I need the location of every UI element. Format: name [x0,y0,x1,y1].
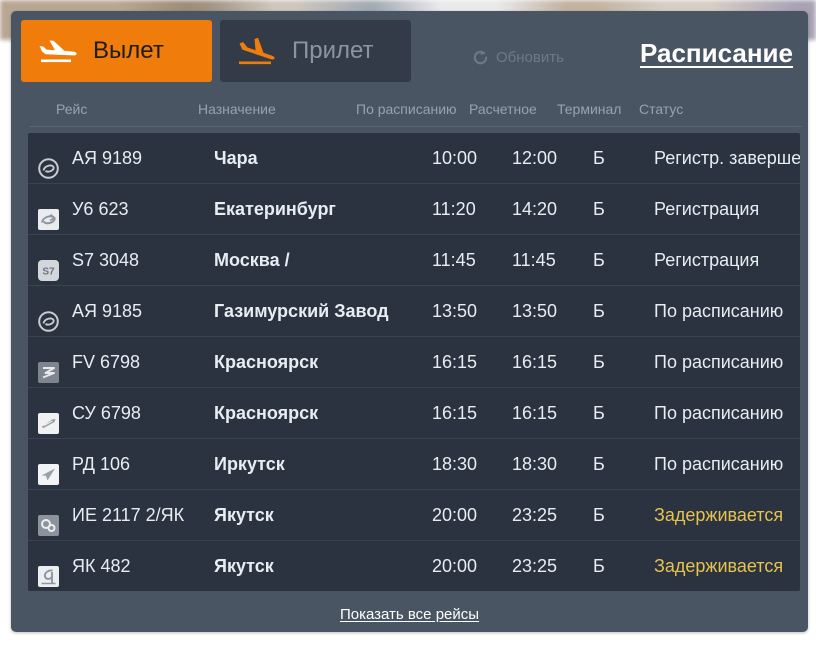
table-row[interactable]: СУ 6798 Красноярск 16:15 16:15 Б По расписани… [28,388,800,439]
refresh-button[interactable]: Обновить [472,49,564,66]
terminal: Б [593,505,605,525]
table-row[interactable]: У6 623 Екатеринбург 11:20 14:20 Б Регистрация [28,184,800,235]
schedule-link[interactable]: Расписание [640,38,793,69]
estimated-time: 23:25 [512,505,558,525]
terminal: Б [593,556,605,576]
terminal: Б [593,454,605,474]
flight-number: S7 3048 [72,250,140,270]
refresh-label: Обновить [496,49,564,66]
column-header-destination: Назначение [198,101,276,117]
estimated-time: 13:50 [512,301,558,321]
airline-logo-s7: S7 [38,235,64,285]
status-badge: По расписанию [654,403,784,423]
terminal: Б [593,148,605,168]
status-badge: Задерживается [654,556,784,576]
scheduled-time: 18:30 [432,454,478,474]
airline-logo-aya [38,286,64,336]
flight-number: У6 623 [72,199,129,219]
table-row[interactable]: FV 6798 Красноярск 16:15 16:15 Б По расписани… [28,337,800,388]
flight-board-screen: Вылет Прилет Обновить Расписание Рейс На… [0,0,816,645]
terminal: Б [593,199,605,219]
estimated-time: 14:20 [512,199,558,219]
svg-text:S7: S7 [42,267,55,278]
airline-logo-u6 [38,184,64,234]
airline-logo-yak [38,541,64,591]
tab-departures[interactable]: Вылет [21,20,212,82]
table-row[interactable]: ЯК 482 Якутск 20:00 23:25 Б Задерживается [28,541,800,591]
column-header-scheduled: По расписанию [356,101,457,117]
flights-table: АЯ 9189 Чара 10:00 12:00 Б Регистр. завершен У… [28,133,800,591]
table-footer: Показать все рейсы [11,596,808,632]
estimated-time: 16:15 [512,403,558,423]
airline-logo-aya [38,133,64,183]
airline-logo-fv [38,337,64,387]
scheduled-time: 10:00 [432,148,478,168]
table-row[interactable]: ИЕ 2117 2/ЯК Якутск 20:00 23:25 Б Задерживает… [28,490,800,541]
terminal: Б [593,403,605,423]
column-header-estimated: Расчетное [469,101,537,117]
estimated-time: 12:00 [512,148,558,168]
flight-number: СУ 6798 [72,403,141,423]
column-header-flight: Рейс [56,101,88,117]
tab-departures-label: Вылет [93,37,164,64]
airline-logo-rd [38,439,64,489]
destination: Газимурский Завод [214,301,389,321]
status-badge: По расписанию [654,454,784,474]
scheduled-time: 20:00 [432,505,478,525]
table-column-headers: Рейс Назначение По расписанию Расчетное … [29,92,802,127]
flight-number: FV 6798 [72,352,141,372]
terminal: Б [593,250,605,270]
airline-logo-ie [38,490,64,540]
status-badge: Регистрация [654,250,760,270]
plane-arrival-icon [234,34,280,68]
scheduled-time: 16:15 [432,403,478,423]
column-header-terminal: Терминал [557,101,622,117]
estimated-time: 16:15 [512,352,558,372]
scheduled-time: 13:50 [432,301,478,321]
airline-logo-su [38,388,64,438]
table-row[interactable]: РД 106 Иркутск 18:30 18:30 Б По расписанию [28,439,800,490]
destination: Москва / [214,250,290,270]
column-header-status: Статус [639,101,684,117]
destination: Чара [214,148,258,168]
scheduled-time: 16:15 [432,352,478,372]
estimated-time: 18:30 [512,454,558,474]
destination: Екатеринбург [214,199,336,219]
terminal: Б [593,301,605,321]
destination: Якутск [214,505,274,525]
flight-number: ИЕ 2117 2/ЯК [72,505,185,525]
table-row[interactable]: АЯ 9189 Чара 10:00 12:00 Б Регистр. завершен [28,133,800,184]
status-badge: Регистрация [654,199,760,219]
status-badge: По расписанию [654,352,784,372]
flight-number: АЯ 9189 [72,148,143,168]
estimated-time: 23:25 [512,556,558,576]
status-badge: Регистр. завершен [654,148,800,168]
destination: Красноярск [214,352,319,372]
tab-arrivals-label: Прилет [292,37,374,64]
status-badge: Задерживается [654,505,784,525]
flight-number: РД 106 [72,454,131,474]
destination: Иркутск [214,454,285,474]
scheduled-time: 11:45 [432,250,476,270]
flight-board-panel: Вылет Прилет Обновить Расписание Рейс На… [11,11,808,632]
terminal: Б [593,352,605,372]
flight-number: АЯ 9185 [72,301,143,321]
destination: Якутск [214,556,274,576]
refresh-icon [472,49,489,66]
show-all-flights-link[interactable]: Показать все рейсы [340,606,479,623]
plane-departure-icon [35,34,81,68]
tab-arrivals[interactable]: Прилет [220,20,411,82]
table-row[interactable]: S7 S7 3048 Москва / 11:45 11:45 Б Регистрация [28,235,800,286]
toolbar: Вылет Прилет Обновить Расписание [11,11,808,92]
estimated-time: 11:45 [512,250,556,270]
destination: Красноярск [214,403,319,423]
status-badge: По расписанию [654,301,784,321]
flight-number: ЯК 482 [72,556,131,576]
table-row[interactable]: АЯ 9185 Газимурский Завод 13:50 13:50 Б По ра… [28,286,800,337]
scheduled-time: 11:20 [432,199,476,219]
scheduled-time: 20:00 [432,556,478,576]
